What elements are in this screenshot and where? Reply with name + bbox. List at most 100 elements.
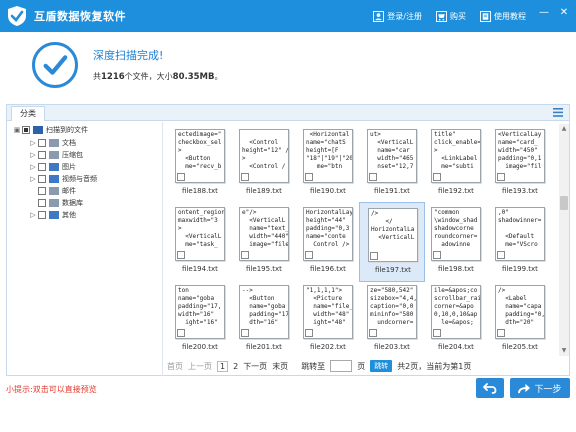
file-grid: ectedimage=" checkbox_sel > <Button me="… — [167, 124, 557, 356]
minimize-button[interactable]: — — [538, 7, 550, 19]
tree-checkbox[interactable] — [38, 162, 46, 171]
file-checkbox[interactable] — [305, 251, 313, 259]
next-page-link[interactable]: 下一页 — [243, 361, 267, 372]
tree-item[interactable]: ▷ 文档 — [29, 137, 76, 148]
file-thumbnail-item[interactable]: <Horizontal name="chatS height=[F "18"|"… — [295, 124, 361, 204]
tree-checkbox[interactable] — [38, 138, 46, 147]
checkmark-icon — [32, 42, 78, 88]
file-thumbnail-item[interactable]: "common \window_shad shadowcorne roundco… — [423, 202, 489, 282]
file-checkbox[interactable] — [177, 251, 185, 259]
file-checkbox[interactable] — [369, 329, 377, 337]
file-thumbnail-item[interactable]: ze="580,542" sizebox="4,4, caption="0,0 … — [359, 280, 425, 360]
tree-item[interactable]: ▷ 压缩包 — [29, 149, 83, 160]
file-thumbnail-item[interactable]: --> <Button name="goba padding="17, dth=… — [231, 280, 297, 360]
file-count: 1216 — [101, 72, 125, 82]
tree-item[interactable]: 邮件 — [29, 185, 76, 196]
prev-page-link[interactable]: 上一页 — [188, 361, 212, 372]
tree-item-label: 图片 — [62, 162, 76, 171]
tree-checkbox[interactable] — [38, 198, 46, 207]
file-name: file196.txt — [310, 265, 346, 273]
file-name: file204.txt — [438, 343, 474, 351]
file-name: file199.txt — [502, 265, 538, 273]
folder-icon — [49, 198, 59, 207]
expand-toggle-icon[interactable]: ▷ — [29, 163, 37, 171]
tree-checkbox[interactable] — [22, 125, 30, 134]
file-checkbox[interactable] — [497, 329, 505, 337]
back-button[interactable] — [476, 378, 504, 398]
page-link-2[interactable]: 2 — [233, 362, 238, 371]
file-checkbox[interactable] — [369, 173, 377, 181]
page-number-input[interactable] — [330, 360, 353, 372]
file-checkbox[interactable] — [497, 251, 505, 259]
scroll-down-arrow-icon[interactable]: ▼ — [559, 346, 569, 356]
file-thumbnail-item[interactable]: "1,1,1,1"> <Picture name="file_ic width=… — [295, 280, 361, 360]
file-thumbnail-item[interactable]: <Control height="12" / > <Control / file1… — [231, 124, 297, 204]
file-thumbnail-item[interactable]: ut> <VerticalL name="car width="465 nset… — [359, 124, 425, 204]
tree-item-label: 压缩包 — [62, 150, 83, 159]
last-page-link[interactable]: 末页 — [272, 361, 288, 372]
file-checkbox[interactable] — [433, 173, 441, 181]
file-checkbox[interactable] — [305, 329, 313, 337]
page-summary: 共2页，当前为第1页 — [397, 361, 472, 371]
tab-category[interactable]: 分类 — [11, 106, 45, 121]
login-register-button[interactable]: 登录/注册 — [373, 10, 422, 22]
total-size: 80.35MB — [172, 72, 215, 82]
tree-item[interactable]: ▷ 图片 — [29, 161, 76, 172]
tree-item[interactable]: 数据库 — [29, 197, 83, 208]
file-name: file190.txt — [310, 187, 346, 195]
file-name: file202.txt — [310, 343, 346, 351]
page-link-1[interactable]: 1 — [217, 360, 229, 372]
file-checkbox[interactable] — [370, 252, 378, 260]
file-name: file200.txt — [182, 343, 218, 351]
file-thumbnail-item[interactable]: ,0" shadowinner= <Default me="VScro file1… — [487, 202, 553, 282]
tree-checkbox[interactable] — [38, 210, 46, 219]
file-thumbnail-item[interactable]: ectedimage=" checkbox_sel > <Button me="… — [167, 124, 233, 204]
file-thumbnail-item[interactable]: e"/> <VerticalL name="text_ width="440" … — [231, 202, 297, 282]
file-thumbnail-item[interactable]: /> </ HorizontalLa <VerticalL file197.tx… — [359, 202, 425, 282]
buy-button[interactable]: 购买 — [436, 10, 466, 22]
file-name: file197.txt — [375, 266, 411, 274]
file-checkbox[interactable] — [177, 173, 185, 181]
file-checkbox[interactable] — [241, 173, 249, 181]
file-thumbnail-item[interactable]: ile=&apos;co scrollbar_rail corner=&apo … — [423, 280, 489, 360]
tree-item-label: 邮件 — [62, 186, 76, 195]
file-checkbox[interactable] — [305, 173, 313, 181]
expand-toggle-icon[interactable]: ▷ — [29, 139, 37, 147]
file-checkbox[interactable] — [241, 251, 249, 259]
tree-checkbox[interactable] — [38, 174, 46, 183]
buy-label: 购买 — [450, 11, 466, 21]
next-step-button[interactable]: 下一步 — [510, 378, 570, 398]
expand-toggle-icon[interactable]: ▷ — [29, 175, 37, 183]
file-checkbox[interactable] — [433, 251, 441, 259]
tree-item[interactable]: ▣ 扫描到的文件 — [13, 124, 88, 135]
file-thumbnail-item[interactable]: ontent_region maxwidth="3 > <VerticalL m… — [167, 202, 233, 282]
close-button[interactable]: ✕ — [558, 7, 570, 19]
file-name: file193.txt — [502, 187, 538, 195]
jump-button[interactable]: 跳转 — [370, 360, 393, 372]
file-checkbox[interactable] — [241, 329, 249, 337]
file-thumbnail-item[interactable]: HorizontalLay height="44" padding="0,3 n… — [295, 202, 361, 282]
scroll-up-arrow-icon[interactable]: ▲ — [559, 124, 569, 134]
file-thumbnail-item[interactable]: /> <Label name="capa padding="0,9 dth="2… — [487, 280, 553, 360]
menu-icon[interactable] — [553, 108, 563, 117]
file-checkbox[interactable] — [177, 329, 185, 337]
tree-checkbox[interactable] — [38, 150, 46, 159]
scroll-thumb[interactable] — [560, 196, 568, 210]
first-page-link[interactable]: 首页 — [167, 361, 183, 372]
tree-checkbox[interactable] — [38, 186, 46, 195]
tree-item-label: 其他 — [62, 210, 76, 219]
file-grid-scrollbar[interactable]: ▲ ▼ — [559, 124, 569, 356]
expand-toggle-icon[interactable]: ▷ — [29, 211, 37, 219]
file-thumbnail-item[interactable]: <VerticalLay name="card_ width="450" pad… — [487, 124, 553, 204]
tutorial-label: 使用教程 — [494, 11, 526, 21]
tree-item[interactable]: ▷ 视频与音频 — [29, 173, 97, 184]
expand-toggle-icon[interactable]: ▷ — [29, 151, 37, 159]
tutorial-button[interactable]: 使用教程 — [480, 10, 526, 22]
file-checkbox[interactable] — [433, 329, 441, 337]
tree-item[interactable]: ▷ 其他 — [29, 209, 76, 220]
file-checkbox[interactable] — [497, 173, 505, 181]
expand-toggle-icon[interactable]: ▣ — [13, 126, 21, 134]
file-thumbnail-item[interactable]: title" click_enable= > <LinkLabel me="su… — [423, 124, 489, 204]
file-thumbnail-item[interactable]: ton name="goba padding="17, width="16" i… — [167, 280, 233, 360]
page-unit-label: 页 — [357, 361, 366, 371]
